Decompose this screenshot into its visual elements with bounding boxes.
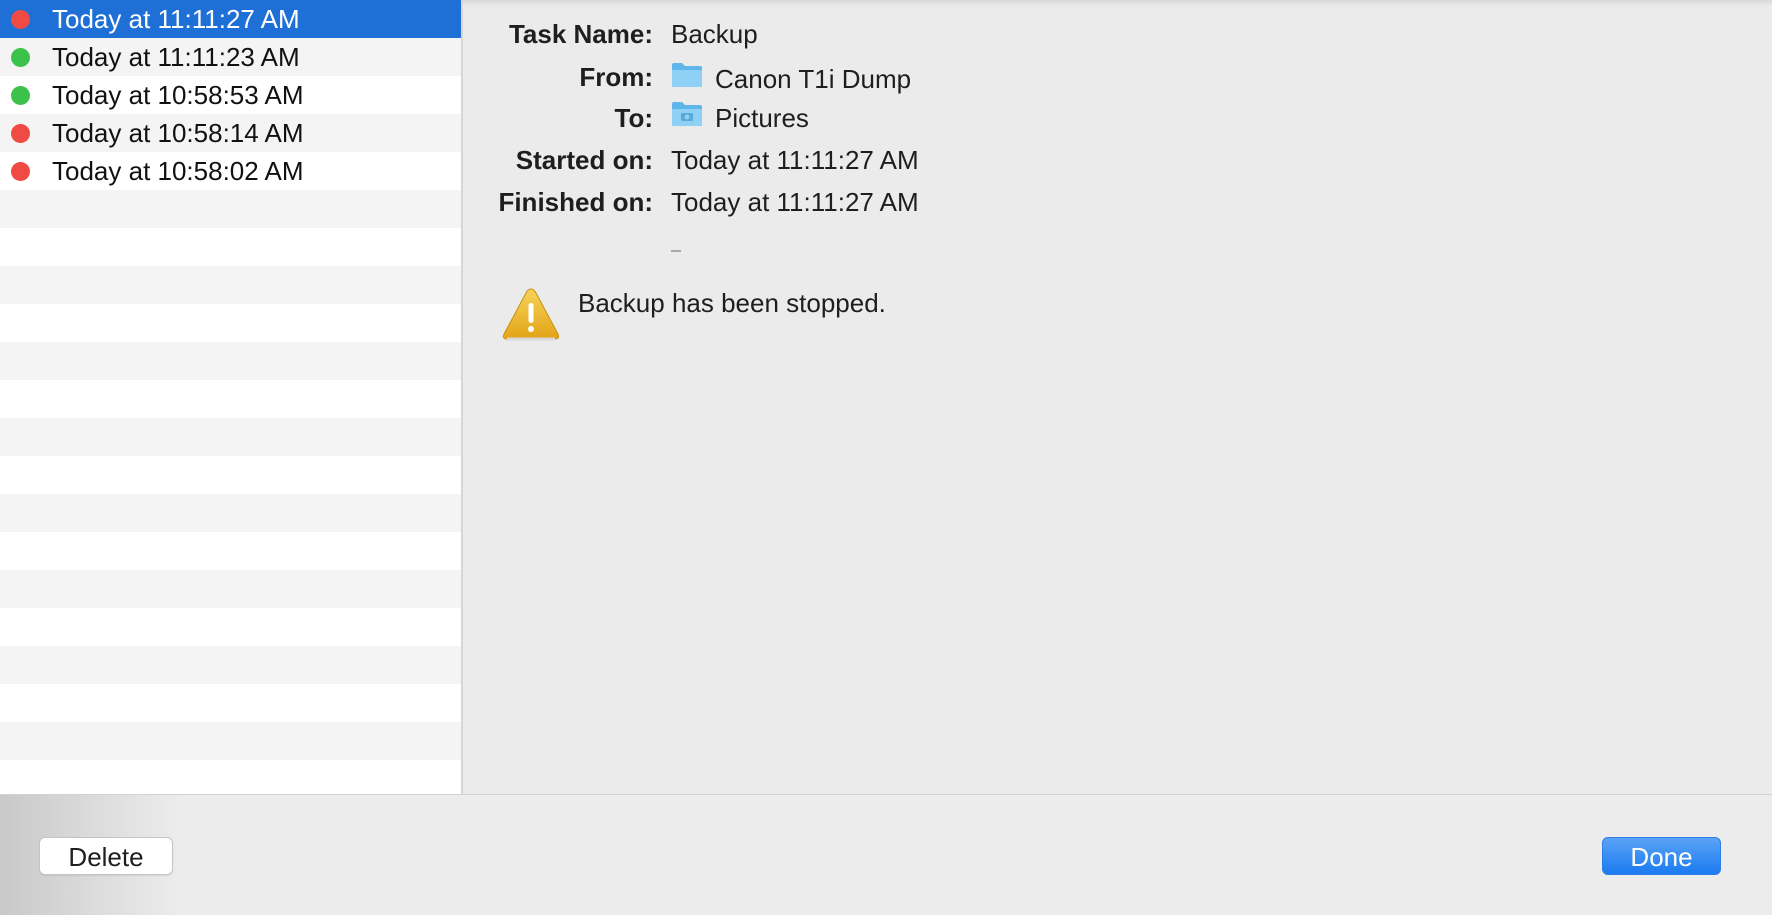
history-item-label: Today at 10:58:02 AM (52, 156, 304, 186)
empty-row (0, 228, 461, 266)
finished-value: Today at 11:11:27 AM (671, 187, 919, 217)
warning-icon (502, 288, 560, 341)
task-name-label: Task Name: (508, 19, 653, 49)
status-success-icon (11, 48, 30, 67)
folder-icon (672, 63, 702, 87)
empty-row (0, 722, 461, 760)
status-failed-icon (11, 124, 30, 143)
from-label: From: (579, 62, 653, 92)
history-item-label: Today at 10:58:53 AM (52, 80, 304, 110)
history-item[interactable]: Today at 11:11:23 AM (0, 38, 461, 76)
started-value: Today at 11:11:27 AM (671, 145, 919, 175)
to-label: To: (614, 103, 654, 133)
to-value: Pictures (715, 103, 809, 133)
empty-row (0, 570, 461, 608)
history-item-label: Today at 11:11:27 AM (52, 4, 300, 34)
empty-row (0, 266, 461, 304)
empty-row (0, 190, 461, 228)
empty-row (0, 494, 461, 532)
empty-row (0, 684, 461, 722)
empty-row (0, 380, 461, 418)
separator-dash (671, 250, 681, 252)
empty-row (0, 456, 461, 494)
empty-row (0, 646, 461, 684)
from-value: Canon T1i Dump (715, 64, 912, 94)
empty-row (0, 608, 461, 646)
history-list[interactable]: Today at 11:11:27 AM Today at 11:11:23 A… (0, 0, 463, 794)
done-button[interactable]: Done (1602, 837, 1721, 875)
status-failed-icon (11, 162, 30, 181)
finished-label: Finished on: (498, 187, 653, 217)
empty-row (0, 532, 461, 570)
status-success-icon (11, 86, 30, 105)
history-item[interactable]: Today at 10:58:02 AM (0, 152, 461, 190)
task-name-value: Backup (671, 19, 758, 49)
status-failed-icon (11, 10, 30, 29)
empty-row (0, 418, 461, 456)
top-shadow (463, 0, 1772, 6)
empty-row (0, 342, 461, 380)
history-item-label: Today at 11:11:23 AM (52, 42, 300, 72)
history-item[interactable]: Today at 10:58:14 AM (0, 114, 461, 152)
history-item-label: Today at 10:58:14 AM (52, 118, 304, 148)
history-item[interactable]: Today at 11:11:27 AM (0, 0, 461, 38)
history-item[interactable]: Today at 10:58:53 AM (0, 76, 461, 114)
status-message: Backup has been stopped. (578, 288, 886, 318)
footer-bar: Delete Done (0, 794, 1772, 915)
pictures-folder-icon (672, 102, 702, 126)
empty-row (0, 760, 461, 794)
started-label: Started on: (515, 145, 653, 175)
delete-button[interactable]: Delete (39, 837, 173, 875)
details-pane (463, 0, 1772, 794)
empty-row (0, 304, 461, 342)
